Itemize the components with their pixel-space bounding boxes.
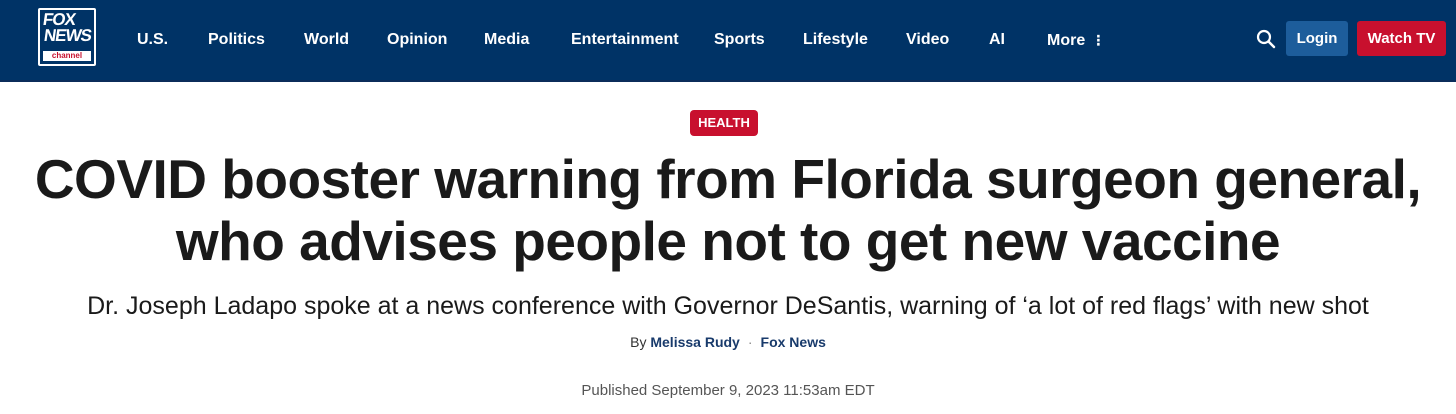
login-button[interactable]: Login	[1286, 21, 1348, 56]
fox-news-logo[interactable]: FOX NEWS channel	[38, 8, 96, 66]
nav-item-us[interactable]: U.S.	[137, 30, 168, 50]
nav-item-media[interactable]: Media	[484, 30, 529, 50]
logo-channel-text: channel	[43, 51, 91, 61]
nav-item-entertainment[interactable]: Entertainment	[571, 30, 679, 50]
nav-item-lifestyle[interactable]: Lifestyle	[803, 30, 868, 50]
outlet-link[interactable]: Fox News	[761, 334, 826, 350]
logo-news-text: NEWS	[42, 26, 93, 45]
search-icon[interactable]	[1256, 29, 1276, 49]
nav-item-opinion[interactable]: Opinion	[387, 30, 447, 50]
nav-item-politics[interactable]: Politics	[208, 30, 265, 50]
nav-item-sports[interactable]: Sports	[714, 30, 765, 50]
byline-separator: ·	[747, 334, 753, 350]
kebab-vertical-icon: ⋮	[1091, 32, 1106, 48]
author-link[interactable]: Melissa Rudy	[650, 334, 739, 350]
nav-item-more[interactable]: More ⋮	[1047, 30, 1105, 51]
article-headline: COVID booster warning from Florida surge…	[0, 148, 1456, 272]
nav-item-more-label: More	[1047, 32, 1086, 49]
published-timestamp: Published September 9, 2023 11:53am EDT	[581, 382, 875, 399]
headline-line-1: COVID booster warning from Florida surge…	[34, 148, 1422, 210]
nav-item-world[interactable]: World	[304, 30, 349, 50]
byline-prefix: By	[630, 334, 647, 350]
top-navigation-bar: FOX NEWS channel U.S. Politics World Opi…	[0, 0, 1456, 82]
byline: By Melissa Rudy · Fox News	[0, 333, 1456, 351]
category-badge-health[interactable]: HEALTH	[690, 110, 758, 136]
watch-tv-button[interactable]: Watch TV	[1357, 21, 1446, 56]
nav-item-ai[interactable]: AI	[989, 30, 1005, 50]
nav-item-video[interactable]: Video	[906, 30, 949, 50]
headline-line-2: who advises people not to get new vaccin…	[175, 210, 1281, 272]
article-subheadline: Dr. Joseph Ladapo spoke at a news confer…	[87, 292, 1369, 320]
